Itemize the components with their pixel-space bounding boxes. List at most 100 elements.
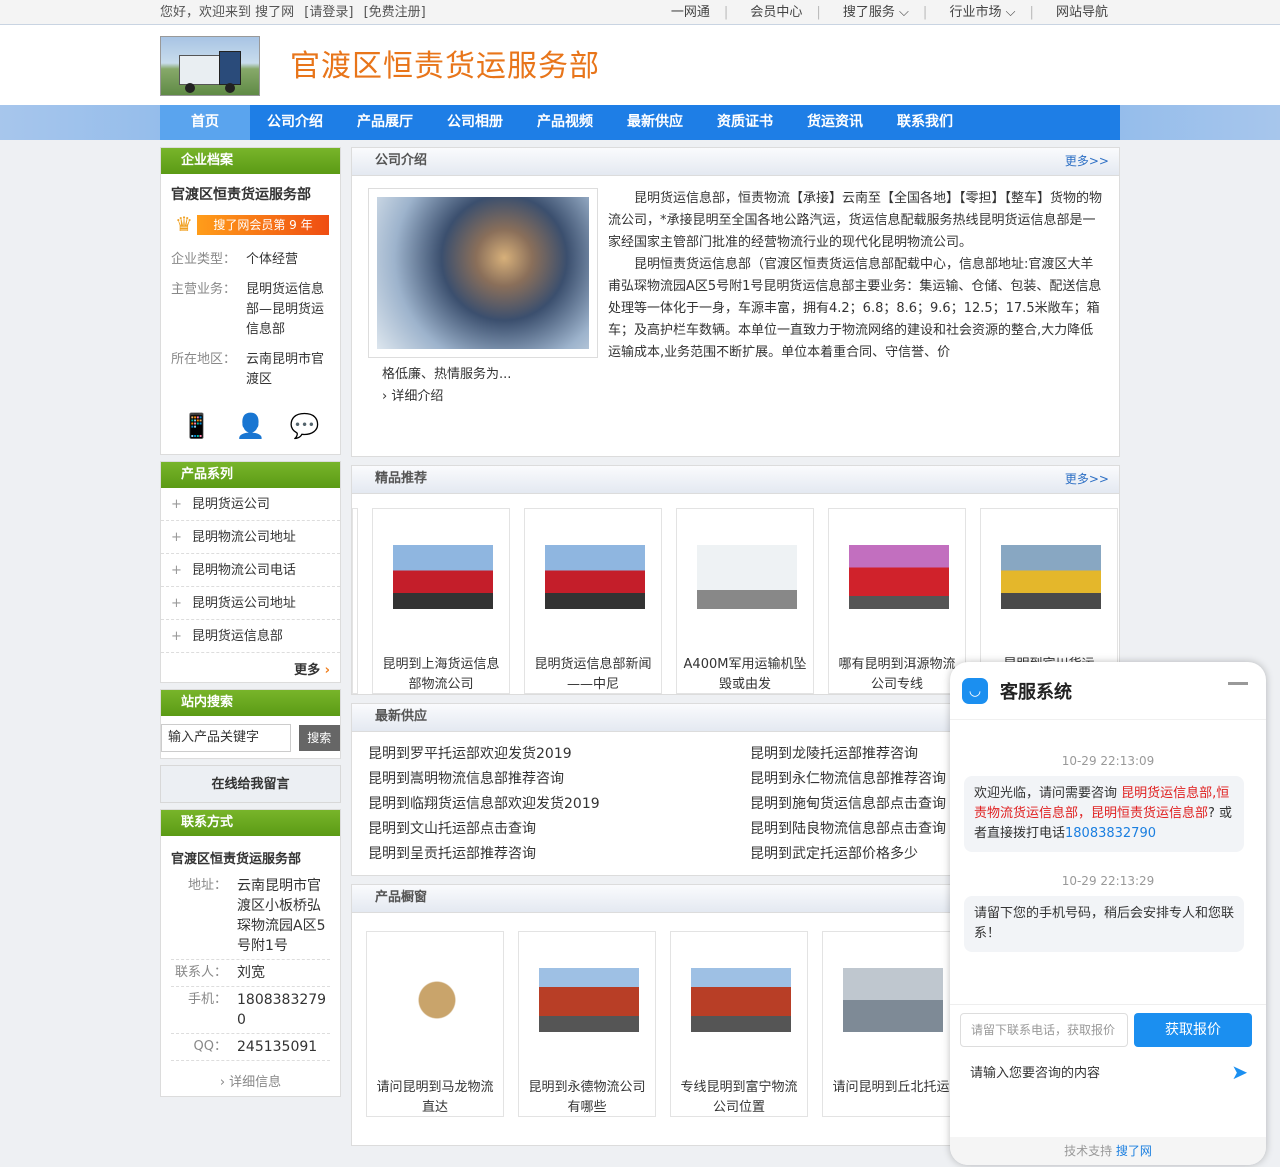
- window-card[interactable]: 请问昆明到丘北托运: [822, 931, 960, 1117]
- nav-products[interactable]: 产品展厅: [340, 105, 430, 140]
- window-card[interactable]: 请问昆明到马龙物流直达: [366, 931, 504, 1117]
- supply-link[interactable]: 昆明到嵩明物流信息部推荐咨询: [368, 769, 750, 790]
- brand-link[interactable]: 搜了网: [1116, 1144, 1152, 1158]
- top-link-member-center[interactable]: 会员中心: [750, 5, 802, 20]
- login-link[interactable]: [请登录]: [304, 5, 353, 20]
- product-card[interactable]: 昆明货运信息部新闻——中尼: [524, 508, 662, 694]
- product-card[interactable]: 哪有昆明到洱源物流公司专线: [828, 508, 966, 694]
- series-item[interactable]: + 昆明物流公司电话: [161, 554, 340, 587]
- series-more-link[interactable]: 更多 ›: [161, 653, 340, 682]
- window-title: 产品橱窗: [375, 890, 428, 905]
- product-card[interactable]: A400M军用运输机坠毁或由发: [676, 508, 814, 694]
- chat-message: 欢迎光临，请问需要咨询 昆明货运信息部,恒责物流货运信息部，昆明恒责货运信息部?…: [964, 776, 1244, 852]
- site-name: 官渡区恒责货运服务部: [290, 49, 600, 84]
- contact-title: 联系方式: [161, 810, 340, 836]
- top-link-site-nav[interactable]: 网站导航: [1056, 5, 1108, 20]
- qq-label: QQ：: [193, 1039, 227, 1054]
- profile-title: 企业档案: [161, 148, 340, 174]
- company-name: 官渡区恒责货运服务部: [171, 187, 311, 203]
- person-value: 刘宽: [237, 965, 265, 981]
- featured-title: 精品推荐: [375, 471, 428, 486]
- send-icon[interactable]: ➤: [1231, 1060, 1248, 1084]
- wechat-icon[interactable]: 💬: [289, 410, 321, 442]
- truck-image: [1001, 545, 1101, 609]
- qq-value: 245135091: [237, 1039, 318, 1055]
- type-label: 企业类型：: [171, 252, 237, 267]
- member-years: 搜了网会员第 9 年: [197, 215, 329, 235]
- intro-more-link[interactable]: 更多>>: [1065, 148, 1109, 175]
- product-card[interactable]: 昆明到上海货运信息部物流公司: [372, 508, 510, 694]
- search-input[interactable]: 输入产品关键字: [161, 724, 291, 752]
- top-link-markets[interactable]: 行业市场 ⌵: [949, 5, 1015, 20]
- plus-icon: +: [171, 497, 182, 512]
- phone-value: 18083832790: [237, 992, 327, 1028]
- nav-album[interactable]: 公司相册: [430, 105, 520, 140]
- register-link[interactable]: [免费注册]: [364, 5, 426, 20]
- person-label: 联系人：: [174, 965, 227, 980]
- address-value: 云南昆明市官渡区小板桥弘琛物流园A区5号附1号: [237, 878, 326, 954]
- series-title: 产品系列: [161, 462, 340, 488]
- series-item[interactable]: + 昆明货运公司地址: [161, 587, 340, 620]
- featured-box: 精品推荐 更多>> 昆明到上海货运信息部物流公司 昆明货运信息部新闻——中尼 A4…: [351, 465, 1120, 695]
- type-value: 个体经营: [246, 252, 299, 267]
- contact-box: 联系方式 官渡区恒责货运服务部 地址： 云南昆明市官渡区小板桥弘琛物流园A区5号附…: [160, 809, 341, 1097]
- business-label: 主营业务：: [171, 282, 237, 297]
- chat-timestamp: 10-29 22:13:09: [1061, 754, 1155, 768]
- mobile-icon[interactable]: 📱: [181, 410, 213, 442]
- plus-icon: +: [171, 530, 182, 545]
- plus-icon: +: [171, 596, 182, 611]
- nav-certificates[interactable]: 资质证书: [700, 105, 790, 140]
- supply-link[interactable]: 昆明到临翔货运信息部欢迎发货2019: [368, 794, 750, 815]
- supply-link[interactable]: 昆明到罗平托运部欢迎发货2019: [368, 744, 750, 765]
- nav-company-intro[interactable]: 公司介绍: [250, 105, 340, 140]
- chat-message-input[interactable]: 请输入您要咨询的内容: [970, 1062, 1100, 1081]
- leave-message-button[interactable]: 在线给我留言: [160, 765, 341, 803]
- truck-image: [849, 545, 949, 609]
- minimize-icon[interactable]: [1228, 682, 1248, 685]
- series-item[interactable]: + 昆明物流公司地址: [161, 521, 340, 554]
- product-series-box: 产品系列 + 昆明货运公司 + 昆明物流公司地址 + 昆明物流公司电话 + 昆明货运公司…: [160, 461, 341, 683]
- plus-icon: +: [171, 563, 182, 578]
- top-bar: 您好，欢迎来到 搜了网 [请登录] [免费注册] 一网通 | 会员中心 | 搜了服务…: [0, 0, 1280, 25]
- product-card-partial[interactable]: [352, 508, 358, 694]
- arrow-right-icon: ›: [324, 663, 330, 678]
- site-search-box: 站内搜索 输入产品关键字 搜索: [160, 689, 341, 759]
- intro-paragraph-3: 格低廉、热情服务为...: [382, 367, 512, 382]
- crown-icon: ♛: [175, 212, 193, 236]
- contact-detail-link[interactable]: › 详细信息: [161, 1061, 340, 1096]
- chat-logo-icon: ◡: [962, 677, 988, 704]
- plus-icon: +: [171, 629, 182, 644]
- top-link-yiwangtong[interactable]: 一网通: [671, 5, 710, 20]
- truck-image: [545, 545, 645, 609]
- nav-home[interactable]: 首页: [160, 105, 250, 140]
- tow-truck-image: [843, 968, 943, 1032]
- cargo-image: [387, 968, 487, 1032]
- series-item[interactable]: + 昆明货运公司: [161, 488, 340, 521]
- area-label: 所在地区：: [171, 352, 237, 367]
- get-quote-button[interactable]: 获取报价: [1134, 1012, 1252, 1047]
- truck-image: [393, 545, 493, 609]
- search-button[interactable]: 搜索: [298, 725, 340, 751]
- supply-link[interactable]: 昆明到呈贡托运部推荐咨询: [368, 844, 750, 865]
- nav-videos[interactable]: 产品视频: [520, 105, 610, 140]
- top-link-services[interactable]: 搜了服务 ⌵: [843, 5, 909, 20]
- handshake-image: [368, 188, 598, 358]
- nav-news[interactable]: 货运资讯: [790, 105, 880, 140]
- window-card[interactable]: 专线昆明到富宁物流公司位置: [670, 931, 808, 1117]
- supply-link[interactable]: 昆明到文山托运部点击查询: [368, 819, 750, 840]
- phone-label: 手机：: [187, 992, 227, 1007]
- intro-detail-link[interactable]: › 详细介绍: [368, 386, 1105, 408]
- verified-user-icon[interactable]: 👤: [235, 410, 267, 442]
- featured-more-link[interactable]: 更多>>: [1065, 466, 1109, 493]
- customer-service-chat: ◡ 客服系统 10-29 22:13:09 欢迎光临，请问需要咨询 昆明货运信息…: [950, 662, 1266, 1165]
- series-item[interactable]: + 昆明货运信息部: [161, 620, 340, 653]
- chat-title: 客服系统: [1000, 681, 1072, 703]
- phone-input[interactable]: 请留下联系电话，获取报价: [960, 1012, 1128, 1047]
- sidebar: 企业档案 官渡区恒责货运服务部 ♛ 搜了网会员第 9 年 企业类型： 个体经营 主…: [160, 147, 341, 1103]
- nav-contact[interactable]: 联系我们: [880, 105, 970, 140]
- nav-latest-supply[interactable]: 最新供应: [610, 105, 700, 140]
- intro-box: 公司介绍 更多>> 昆明货运信息部，恒责物流【承接】云南至【全国各地】【零担】【整…: [351, 147, 1120, 457]
- window-card[interactable]: 昆明到永德物流公司有哪些: [518, 931, 656, 1117]
- chat-phone-link[interactable]: 18083832790: [1065, 826, 1156, 841]
- address-label: 地址：: [187, 878, 227, 893]
